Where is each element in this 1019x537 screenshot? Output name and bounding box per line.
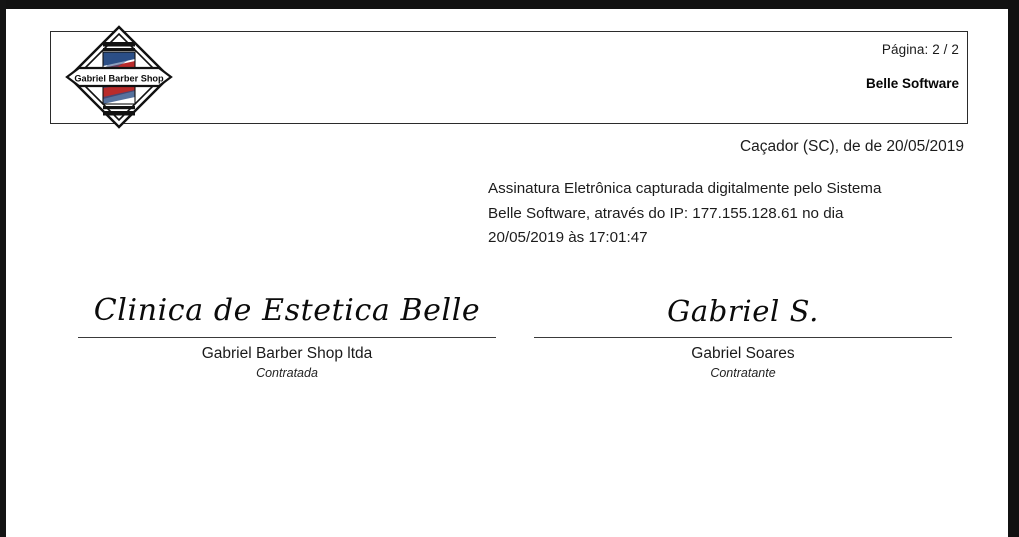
signature-name-contratada: Gabriel Barber Shop ltda	[201, 345, 373, 362]
page-counter: Página: 2 / 2	[881, 42, 959, 57]
statement-line-1: Assinatura Eletrônica capturada digitalm…	[488, 180, 882, 197]
scan-frame-top-edge	[0, 0, 1019, 9]
signature-rule-contratada	[78, 337, 496, 338]
scan-frame-right-edge	[1008, 0, 1019, 537]
electronic-signature-statement: Assinatura Eletrônica capturada digitalm…	[488, 177, 964, 251]
header-right-column: Página: 2 / 2 Belle Software	[866, 42, 959, 91]
statement-line-2: Belle Software, através do IP: 177.155.1…	[488, 204, 844, 222]
signature-script-contratada: Clinica de Estetica Belle	[93, 293, 481, 328]
signature-block-contratante: Gabriel S. Gabriel Soares Contratante	[534, 285, 952, 380]
barber-shop-logo-icon: Gabriel Barber Shop	[65, 25, 173, 129]
city-date-line: Caçador (SC), de de 20/05/2019	[739, 138, 964, 155]
signature-role-contratante: Contratante	[710, 366, 776, 380]
document-page: Gabriel Barber Shop Página: 2 / 2 Belle …	[0, 0, 1019, 537]
statement-line-3: 20/05/2019 às 17:01:47	[488, 229, 648, 246]
brand-name: Belle Software	[865, 76, 959, 91]
document-header: Gabriel Barber Shop Página: 2 / 2 Belle …	[50, 25, 968, 129]
logo-banner-text: Gabriel Barber Shop	[74, 74, 164, 84]
signature-script-contratante: Gabriel S.	[667, 294, 819, 328]
signature-rule-contratante	[534, 337, 952, 338]
signature-role-contratada: Contratada	[256, 366, 318, 380]
signature-block-contratada: Clinica de Estetica Belle Gabriel Barber…	[78, 285, 496, 380]
barber-shop-logo: Gabriel Barber Shop	[65, 23, 173, 131]
document-sheet: Gabriel Barber Shop Página: 2 / 2 Belle …	[6, 9, 1008, 537]
signature-name-contratante: Gabriel Soares	[691, 345, 795, 362]
